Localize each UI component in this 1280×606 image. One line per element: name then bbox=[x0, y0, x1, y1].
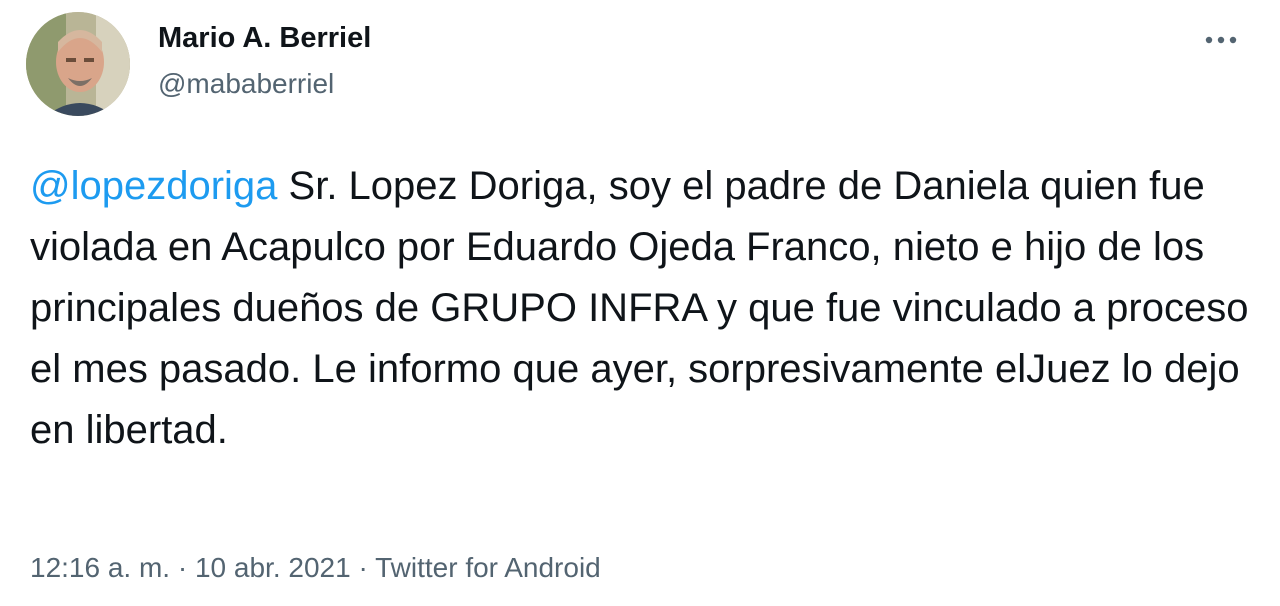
tweet-text: @lopezdoriga Sr. Lopez Doriga, soy el pa… bbox=[30, 156, 1260, 461]
mention-link[interactable]: @lopezdoriga bbox=[30, 164, 277, 208]
tweet-meta: 12:16 a. m. · 10 abr. 2021 · Twitter for… bbox=[30, 552, 601, 584]
meta-separator: · bbox=[350, 552, 376, 583]
meta-separator: · bbox=[170, 552, 195, 583]
avatar-image bbox=[26, 12, 130, 116]
tweet-time[interactable]: 12:16 a. m. bbox=[30, 552, 170, 583]
more-horizontal-icon bbox=[1205, 36, 1237, 44]
avatar[interactable] bbox=[26, 12, 130, 116]
tweet-date[interactable]: 10 abr. 2021 bbox=[195, 552, 351, 583]
user-handle[interactable]: @mababerriel bbox=[158, 68, 334, 100]
display-name[interactable]: Mario A. Berriel bbox=[158, 22, 371, 55]
more-options-button[interactable] bbox=[1196, 20, 1246, 60]
tweet-source[interactable]: Twitter for Android bbox=[375, 552, 601, 583]
tweet-card: Mario A. Berriel @mababerriel @lopezdori… bbox=[0, 0, 1280, 606]
